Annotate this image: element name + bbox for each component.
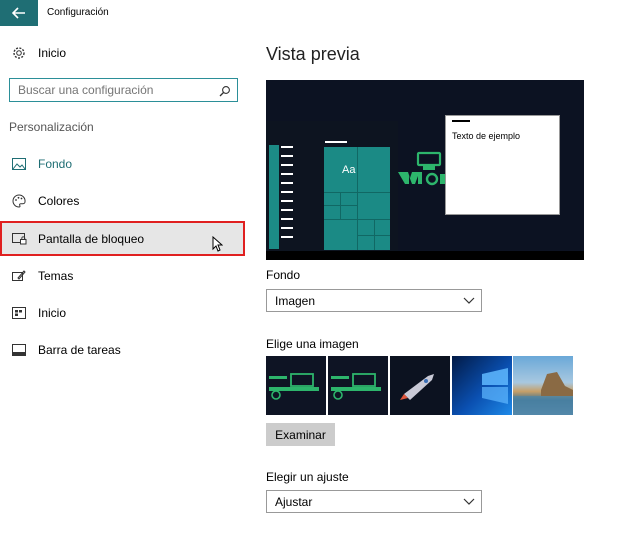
taskbar-icon (10, 341, 28, 359)
sidebar-item-pantalla-de-bloqueo[interactable]: Pantalla de bloqueo (0, 221, 245, 256)
sidebar-item-fondo[interactable]: Fondo (0, 147, 245, 181)
window-title: Configuración (47, 7, 109, 18)
preview-tiles (324, 147, 390, 250)
image-thumbnail[interactable] (266, 356, 326, 415)
preview-window: Texto de ejemplo (445, 115, 560, 215)
windows-logo-icon (482, 368, 508, 404)
preview-taskbar (266, 251, 584, 260)
choose-image-label: Elige una imagen (266, 337, 359, 351)
sidebar-item-label: Pantalla de bloqueo (38, 231, 145, 246)
logo-icon (331, 373, 381, 400)
logo-icon (398, 151, 446, 186)
image-thumbnail[interactable] (390, 356, 450, 415)
browse-button[interactable]: Examinar (266, 423, 335, 446)
sidebar-item-label: Inicio (38, 306, 67, 320)
preview-tile-label: Aa (342, 164, 356, 176)
chevron-down-icon (463, 297, 475, 304)
image-icon (10, 155, 28, 173)
sidebar-item-barra-de-tareas[interactable]: Barra de tareas (0, 333, 245, 367)
search-input[interactable] (9, 78, 238, 102)
search-icon (219, 84, 231, 102)
sidebar-item-temas[interactable]: Temas (0, 259, 245, 293)
rocket-icon (400, 374, 434, 400)
sidebar-item-home[interactable]: Inicio (0, 36, 245, 70)
mouse-cursor-icon (212, 236, 223, 252)
chevron-down-icon (463, 498, 475, 505)
sidebar-item-label: Barra de tareas (38, 343, 121, 357)
preview-app-list (269, 145, 279, 249)
brush-icon (10, 267, 28, 285)
preview-app-lines (281, 146, 293, 245)
title-bar: Configuración (0, 0, 640, 26)
image-thumbnail[interactable] (328, 356, 388, 415)
fit-label: Elegir un ajuste (266, 470, 349, 484)
section-label: Personalización (9, 120, 94, 134)
start-menu-icon (10, 304, 28, 322)
landscape-icon (513, 372, 573, 415)
palette-icon (10, 192, 28, 210)
image-thumbnail[interactable] (452, 356, 512, 415)
sidebar-item-label: Colores (38, 194, 80, 208)
sidebar-item-label: Inicio (38, 46, 67, 60)
desktop-preview: Aa Texto de ejemplo (266, 80, 584, 260)
background-select-value: Imagen (275, 293, 316, 308)
sidebar-item-label: Temas (38, 269, 74, 283)
preview-window-text: Texto de ejemplo (452, 131, 521, 141)
search-field[interactable] (18, 83, 218, 97)
fit-select-value: Ajustar (275, 494, 313, 509)
background-select[interactable]: Imagen (266, 289, 482, 312)
page-title: Vista previa (266, 44, 360, 64)
sidebar-item-label: Fondo (38, 157, 73, 171)
sidebar-item-colores[interactable]: Colores (0, 184, 245, 218)
gear-icon (10, 44, 28, 62)
sidebar-item-inicio[interactable]: Inicio (0, 296, 245, 330)
arrow-left-icon (12, 7, 25, 19)
lock-screen-icon (10, 230, 28, 248)
image-thumbnail[interactable] (513, 356, 573, 415)
back-button[interactable] (0, 0, 38, 26)
fit-select[interactable]: Ajustar (266, 490, 482, 513)
background-label: Fondo (266, 268, 301, 282)
preview-header-bar (325, 141, 347, 143)
logo-icon (269, 373, 319, 400)
